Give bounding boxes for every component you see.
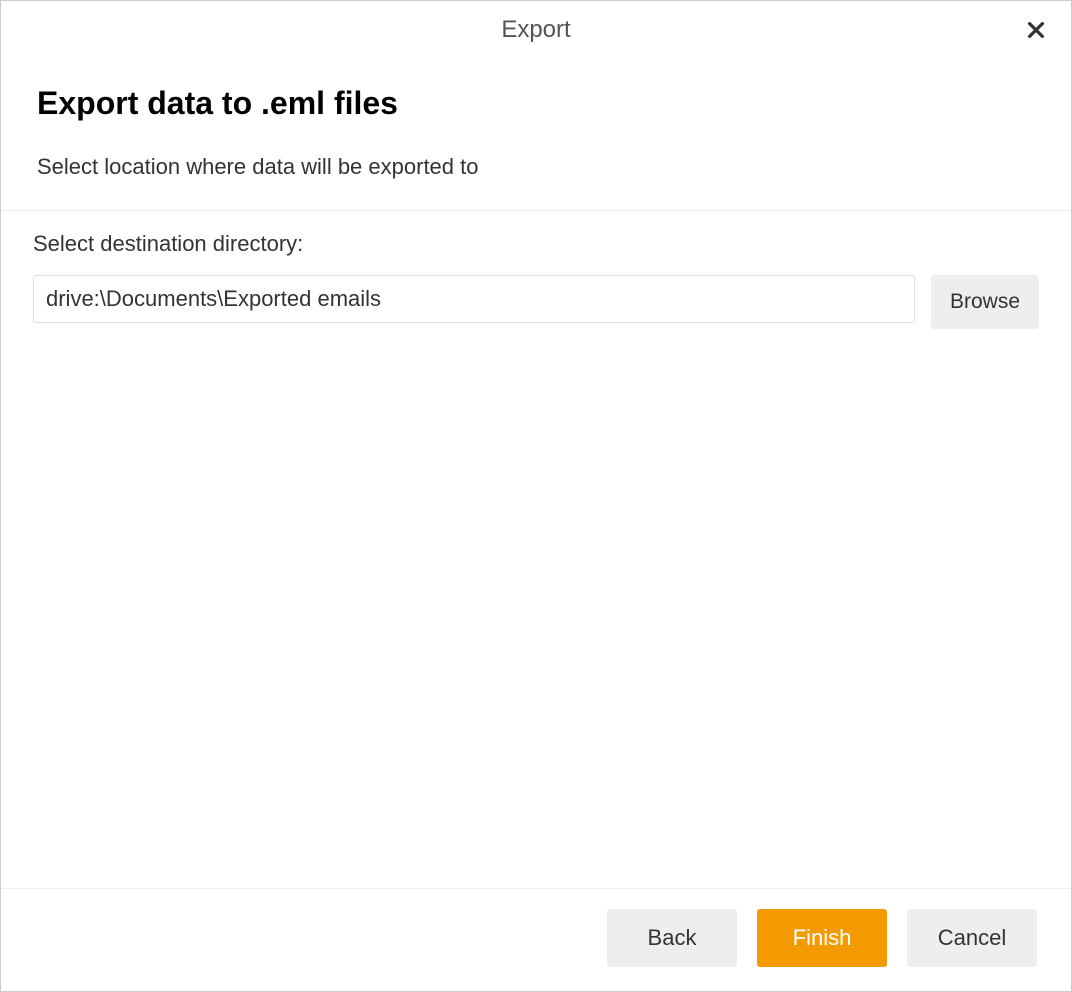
destination-path-input[interactable] [33, 275, 915, 323]
browse-button[interactable]: Browse [931, 275, 1039, 329]
dialog-footer: Back Finish Cancel [1, 888, 1071, 991]
destination-label: Select destination directory: [33, 231, 1039, 257]
dialog-content: Select destination directory: Browse [1, 211, 1071, 888]
dialog-title: Export [501, 16, 570, 44]
dialog-titlebar: Export [1, 1, 1071, 59]
close-icon [1025, 19, 1047, 41]
dialog-header: Export data to .eml files Select locatio… [1, 59, 1071, 211]
destination-row: Browse [33, 275, 1039, 329]
close-button[interactable] [1021, 15, 1051, 45]
finish-button[interactable]: Finish [757, 909, 887, 967]
page-heading: Export data to .eml files [37, 85, 1035, 122]
page-subheading: Select location where data will be expor… [37, 154, 1035, 180]
cancel-button[interactable]: Cancel [907, 909, 1037, 967]
export-dialog: Export Export data to .eml files Select … [0, 0, 1072, 992]
back-button[interactable]: Back [607, 909, 737, 967]
